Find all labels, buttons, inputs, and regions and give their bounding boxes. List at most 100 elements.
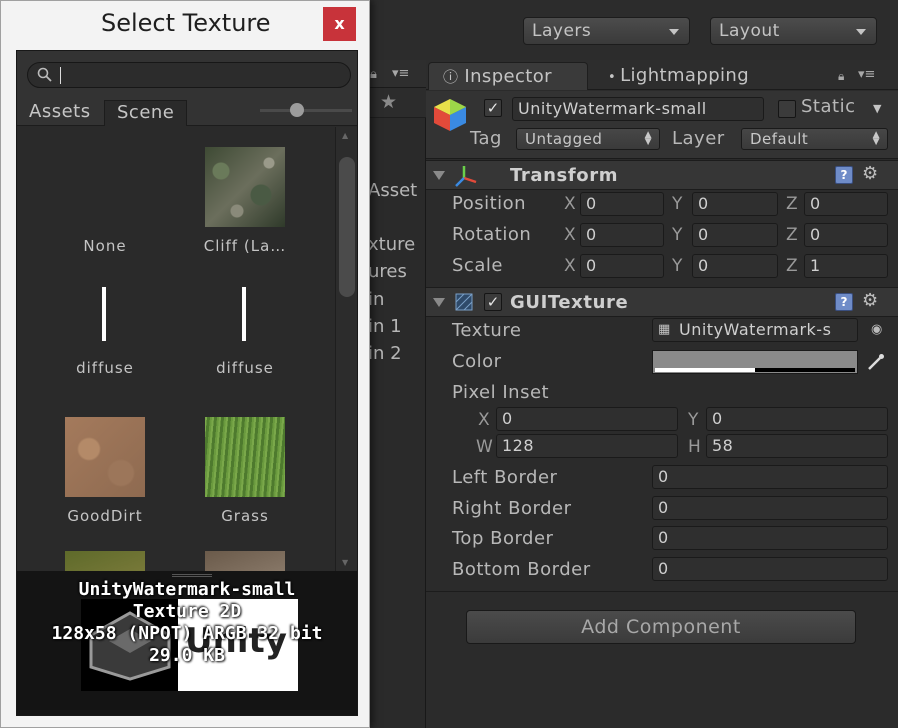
thumbnail-size-slider[interactable] bbox=[260, 103, 352, 117]
inset-y-label: Y bbox=[688, 410, 699, 430]
select-texture-window: Select Texture x Assets Scene None Cliff… bbox=[0, 0, 370, 728]
gear-icon[interactable]: ⚙︎ bbox=[862, 163, 878, 184]
texture-item-grass-dirt[interactable] bbox=[35, 551, 175, 571]
texture-item-label: GoodDirt bbox=[67, 507, 143, 525]
guitexture-enabled-checkbox[interactable]: ✓ bbox=[484, 293, 502, 311]
gameobject-active-checkbox[interactable]: ✓ bbox=[484, 99, 502, 117]
project-item[interactable]: in bbox=[368, 289, 384, 310]
project-item[interactable]: in 2 bbox=[368, 343, 402, 364]
scale-z-field[interactable]: 1 bbox=[804, 254, 888, 278]
preview-name: UnityWatermark-small bbox=[78, 579, 296, 600]
gameobject-header: ✓ UnityWatermark-small Static ▼ Tag Unta… bbox=[426, 91, 898, 159]
object-picker-icon[interactable]: ◉ bbox=[871, 322, 882, 337]
help-icon[interactable]: ? bbox=[835, 166, 853, 184]
texture-item-none[interactable]: None bbox=[35, 147, 175, 275]
layer-dropdown[interactable]: Default ▲ ▼ bbox=[741, 128, 888, 150]
panel-menu-icon[interactable]: ▾≡ bbox=[858, 67, 875, 82]
color-field[interactable] bbox=[652, 350, 858, 374]
layout-dropdown-label: Layout bbox=[719, 21, 780, 41]
inset-w-field[interactable]: 128 bbox=[496, 434, 678, 458]
texture-item-cliff[interactable]: Cliff (La… bbox=[175, 147, 315, 275]
foldout-arrow-icon[interactable] bbox=[433, 171, 445, 180]
rotation-label: Rotation bbox=[452, 224, 532, 245]
chevron-down-icon[interactable]: ▼ bbox=[873, 102, 881, 115]
search-icon bbox=[37, 67, 52, 82]
static-checkbox[interactable] bbox=[778, 100, 796, 118]
search-input[interactable] bbox=[60, 65, 340, 85]
help-icon[interactable]: ? bbox=[835, 293, 853, 311]
tab-lightmapping[interactable]: • Lightmapping bbox=[594, 62, 784, 90]
axis-z-label: Z bbox=[786, 256, 798, 276]
line-texture-icon bbox=[242, 287, 246, 341]
tab-inspector[interactable]: ⓘ Inspector bbox=[428, 62, 588, 90]
left-border-label: Left Border bbox=[452, 467, 558, 488]
texture-item-label: diffuse bbox=[76, 359, 134, 377]
texture-item-diffuse[interactable]: diffuse bbox=[35, 283, 175, 411]
tab-assets[interactable]: Assets bbox=[17, 100, 103, 126]
texture-asset-icon: ▦ bbox=[658, 322, 671, 337]
position-z-field[interactable]: 0 bbox=[804, 192, 888, 216]
lock-icon[interactable]: 🔒︎ bbox=[838, 69, 844, 84]
tab-scene[interactable]: Scene bbox=[104, 100, 188, 126]
panel-menu-icon[interactable]: ▾≡ bbox=[392, 66, 409, 81]
project-item[interactable]: in 1 bbox=[368, 316, 402, 337]
star-icon[interactable]: ★ bbox=[380, 91, 397, 113]
texture-item-gravel[interactable] bbox=[175, 551, 315, 571]
position-y-field[interactable]: 0 bbox=[692, 192, 778, 216]
project-item[interactable]: xture bbox=[368, 234, 415, 255]
guitexture-icon bbox=[455, 293, 473, 311]
texture-item-label: diffuse bbox=[216, 359, 274, 377]
bottom-border-field[interactable]: 0 bbox=[652, 557, 888, 581]
texture-object-field[interactable]: ▦ UnityWatermark-s bbox=[652, 318, 858, 342]
layers-dropdown-label: Layers bbox=[532, 21, 592, 41]
scale-label: Scale bbox=[452, 255, 503, 276]
slider-thumb[interactable] bbox=[290, 103, 304, 117]
top-border-field[interactable]: 0 bbox=[652, 526, 888, 550]
inset-y-field[interactable]: 0 bbox=[706, 407, 888, 431]
scroll-down-icon[interactable]: ▼ bbox=[342, 558, 348, 567]
inset-x-field[interactable]: 0 bbox=[496, 407, 678, 431]
foldout-arrow-icon[interactable] bbox=[433, 298, 445, 307]
static-label: Static bbox=[801, 96, 856, 117]
position-x-field[interactable]: 0 bbox=[580, 192, 664, 216]
tag-dropdown[interactable]: Untagged ▲ ▼ bbox=[516, 128, 660, 150]
bottom-border-label: Bottom Border bbox=[452, 559, 591, 580]
lock-icon[interactable]: 🔒︎ bbox=[370, 67, 377, 82]
close-button[interactable]: x bbox=[323, 7, 356, 41]
project-item[interactable]: ures bbox=[368, 261, 407, 282]
gear-icon[interactable]: ⚙︎ bbox=[862, 290, 878, 311]
updown-icon: ▲ ▼ bbox=[644, 130, 652, 147]
add-component-button[interactable]: Add Component bbox=[466, 610, 856, 644]
color-alpha-bar bbox=[655, 368, 755, 372]
layout-dropdown[interactable]: Layout bbox=[710, 17, 877, 45]
scale-x-field[interactable]: 0 bbox=[580, 254, 664, 278]
info-icon: ⓘ bbox=[443, 68, 459, 86]
layers-dropdown[interactable]: Layers bbox=[523, 17, 690, 45]
rotation-z-field[interactable]: 0 bbox=[804, 223, 888, 247]
project-item[interactable]: Asset bbox=[368, 180, 417, 201]
search-field-container bbox=[27, 62, 351, 88]
left-border-field[interactable]: 0 bbox=[652, 465, 888, 489]
rotation-y-field[interactable]: 0 bbox=[692, 223, 778, 247]
guitexture-header[interactable]: ✓ GUITexture ? ⚙︎ bbox=[426, 287, 898, 317]
eyedropper-icon[interactable] bbox=[866, 352, 886, 372]
scroll-up-icon[interactable]: ▲ bbox=[342, 131, 348, 140]
texture-item-gooddirt[interactable]: GoodDirt bbox=[35, 417, 175, 545]
transform-header[interactable]: Transform ? ⚙︎ bbox=[426, 160, 898, 190]
texture-item-grass[interactable]: Grass bbox=[175, 417, 315, 545]
right-border-field[interactable]: 0 bbox=[652, 496, 888, 520]
updown-icon: ▲ ▼ bbox=[872, 130, 880, 147]
layer-label: Layer bbox=[672, 128, 725, 149]
scrollbar-thumb[interactable] bbox=[339, 157, 355, 297]
color-alpha-bar-remainder bbox=[755, 368, 855, 372]
scale-y-field[interactable]: 0 bbox=[692, 254, 778, 278]
resize-handle[interactable] bbox=[172, 574, 212, 577]
project-panel-tabs: 🔒︎ ▾≡ bbox=[362, 60, 426, 88]
preview-type: Texture 2D bbox=[132, 601, 242, 622]
texture-item-diffuse[interactable]: diffuse bbox=[175, 283, 315, 411]
gameobject-name-field[interactable]: UnityWatermark-small bbox=[512, 97, 764, 121]
inset-h-field[interactable]: 58 bbox=[706, 434, 888, 458]
line-texture-icon bbox=[102, 287, 106, 341]
scrollbar[interactable]: ▲ ▼ bbox=[335, 127, 357, 571]
rotation-x-field[interactable]: 0 bbox=[580, 223, 664, 247]
